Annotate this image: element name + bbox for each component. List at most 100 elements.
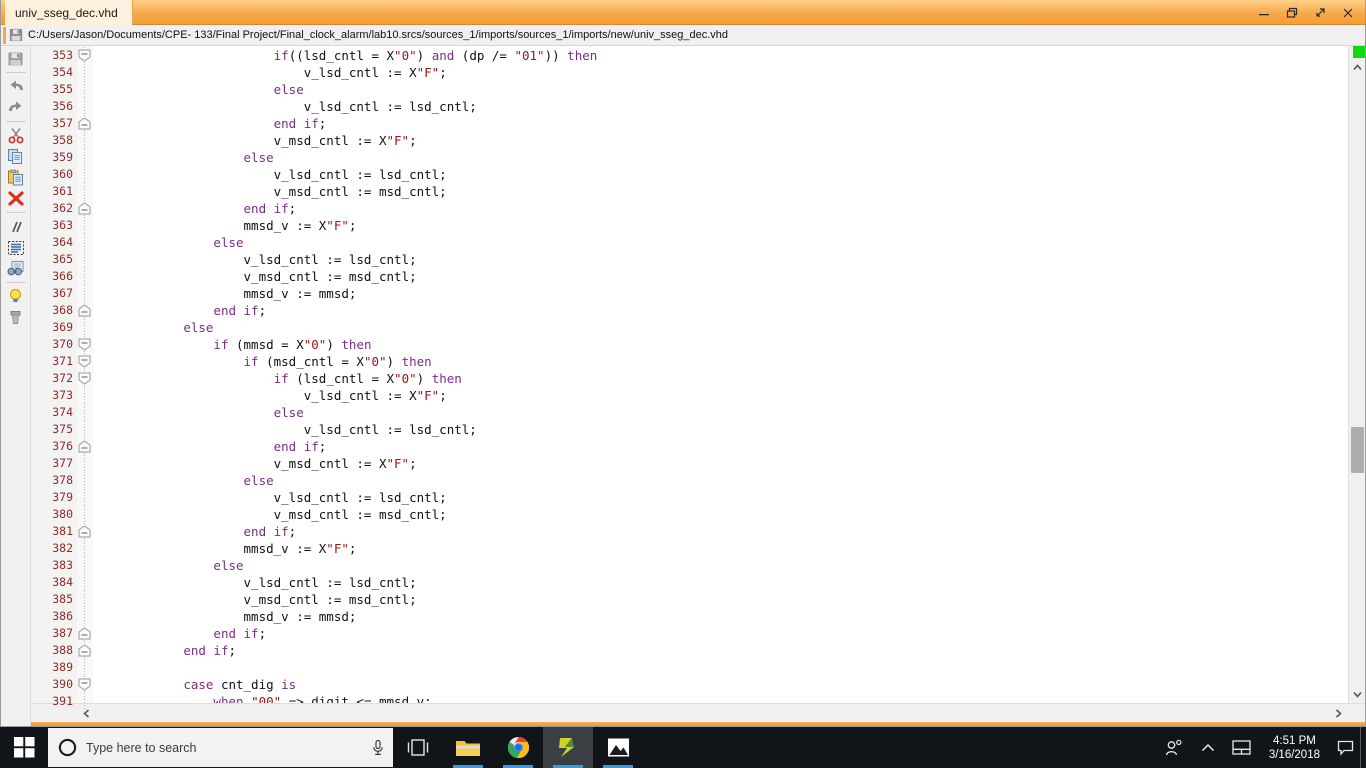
code-line[interactable]: end if; <box>93 642 1348 659</box>
scroll-down-button[interactable] <box>1349 686 1366 703</box>
undo-button[interactable] <box>3 76 29 97</box>
code-line[interactable]: v_msd_cntl := X"F"; <box>93 455 1348 472</box>
copy-button[interactable] <box>3 146 29 167</box>
code-line[interactable]: v_msd_cntl := msd_cntl; <box>93 506 1348 523</box>
restore-button[interactable] <box>1279 2 1305 24</box>
show-hidden-icons-button[interactable] <box>1191 727 1225 768</box>
code-text-area[interactable]: if((lsd_cntl = X"0") and (dp /= "01")) t… <box>93 46 1348 703</box>
chrome-button[interactable] <box>493 727 543 768</box>
code-line[interactable]: else <box>93 319 1348 336</box>
scroll-up-button[interactable] <box>1349 59 1365 76</box>
scroll-right-button[interactable] <box>1329 704 1348 722</box>
code-line[interactable]: else <box>93 472 1348 489</box>
task-view-button[interactable] <box>393 727 443 768</box>
code-line[interactable]: v_lsd_cntl := lsd_cntl; <box>93 489 1348 506</box>
code-line[interactable]: else <box>93 557 1348 574</box>
fold-end-icon[interactable] <box>78 202 91 215</box>
code-line[interactable]: end if; <box>93 200 1348 217</box>
line-number: 388 <box>52 643 73 657</box>
code-line[interactable]: if (msd_cntl = X"0") then <box>93 353 1348 370</box>
code-fold-column[interactable] <box>77 46 93 710</box>
code-line[interactable]: v_lsd_cntl := X"F"; <box>93 387 1348 404</box>
toggle-comment-button[interactable] <box>3 216 29 237</box>
search-input[interactable]: Type here to search <box>86 741 362 755</box>
show-desktop-button[interactable] <box>1360 727 1366 768</box>
fold-end-icon[interactable] <box>78 117 91 130</box>
fold-collapse-icon[interactable] <box>78 372 91 385</box>
close-button[interactable] <box>1335 2 1361 24</box>
minimize-button[interactable] <box>1251 2 1277 24</box>
code-line[interactable] <box>93 659 1348 676</box>
code-line[interactable]: else <box>93 81 1348 98</box>
code-line[interactable]: end if; <box>93 438 1348 455</box>
code-line[interactable]: end if; <box>93 115 1348 132</box>
code-line[interactable]: v_lsd_cntl := lsd_cntl; <box>93 251 1348 268</box>
code-line[interactable]: v_lsd_cntl := lsd_cntl; <box>93 98 1348 115</box>
fold-end-icon[interactable] <box>78 304 91 317</box>
fold-collapse-icon[interactable] <box>78 355 91 368</box>
horizontal-scroll-track[interactable] <box>96 704 1329 722</box>
find-replace-button[interactable] <box>3 258 29 279</box>
start-button[interactable] <box>0 727 48 768</box>
code-line[interactable]: v_msd_cntl := msd_cntl; <box>93 183 1348 200</box>
code-line[interactable]: v_lsd_cntl := lsd_cntl; <box>93 166 1348 183</box>
save-button[interactable] <box>3 48 29 69</box>
fold-collapse-icon[interactable] <box>78 678 91 691</box>
code-line[interactable]: mmsd_v := X"F"; <box>93 540 1348 557</box>
hints-button[interactable] <box>3 286 29 307</box>
code-line[interactable]: else <box>93 234 1348 251</box>
line-number: 378 <box>52 473 73 487</box>
line-number: 356 <box>52 99 73 113</box>
fold-collapse-icon[interactable] <box>78 338 91 351</box>
fold-end-icon[interactable] <box>78 525 91 538</box>
fold-end-icon[interactable] <box>78 440 91 453</box>
taskbar-search-box[interactable]: Type here to search <box>48 728 393 767</box>
code-token: => digit <= mmsd_v; <box>281 694 432 703</box>
microphone-icon[interactable] <box>371 739 385 756</box>
code-line[interactable]: v_msd_cntl := X"F"; <box>93 132 1348 149</box>
code-line[interactable]: v_msd_cntl := msd_cntl; <box>93 268 1348 285</box>
fold-collapse-icon[interactable] <box>78 49 91 62</box>
delete-button[interactable] <box>3 188 29 209</box>
code-line[interactable]: v_msd_cntl := msd_cntl; <box>93 591 1348 608</box>
code-line[interactable]: v_lsd_cntl := lsd_cntl; <box>93 574 1348 591</box>
code-line[interactable]: end if; <box>93 302 1348 319</box>
fold-end-icon[interactable] <box>78 627 91 640</box>
code-line[interactable]: case cnt_dig is <box>93 676 1348 693</box>
fold-marker-slot <box>77 353 93 370</box>
code-line[interactable]: else <box>93 404 1348 421</box>
code-line[interactable]: end if; <box>93 523 1348 540</box>
code-line[interactable]: mmsd_v := X"F"; <box>93 217 1348 234</box>
editor-tab-univ-sseg-dec[interactable]: univ_sseg_dec.vhd <box>5 0 133 25</box>
cut-button[interactable] <box>3 125 29 146</box>
code-line[interactable]: v_lsd_cntl := X"F"; <box>93 64 1348 81</box>
clock[interactable]: 4:51 PM 3/16/2018 <box>1259 727 1330 768</box>
code-line[interactable]: when "00" => digit <= mmsd_v; <box>93 693 1348 703</box>
fold-end-icon[interactable] <box>78 644 91 657</box>
maximize-button[interactable] <box>1307 2 1333 24</box>
code-line[interactable]: if (lsd_cntl = X"0") then <box>93 370 1348 387</box>
action-center-button[interactable] <box>1330 727 1360 768</box>
save-file-icon[interactable] <box>9 28 23 42</box>
vivado-button[interactable] <box>543 727 593 768</box>
redo-button[interactable] <box>3 97 29 118</box>
editor-options-button[interactable] <box>3 307 29 328</box>
code-line[interactable]: end if; <box>93 625 1348 642</box>
vertical-scroll-thumb[interactable] <box>1351 427 1364 474</box>
vertical-scrollbar[interactable] <box>1348 46 1365 703</box>
code-line[interactable]: mmsd_v := mmsd; <box>93 285 1348 302</box>
code-line[interactable]: mmsd_v := mmsd; <box>93 608 1348 625</box>
code-line[interactable]: if (mmsd = X"0") then <box>93 336 1348 353</box>
select-all-button[interactable] <box>3 237 29 258</box>
fold-marker-slot <box>77 149 93 166</box>
line-number: 376 <box>52 439 73 453</box>
code-line[interactable]: if((lsd_cntl = X"0") and (dp /= "01")) t… <box>93 47 1348 64</box>
file-explorer-button[interactable] <box>443 727 493 768</box>
photos-button[interactable] <box>593 727 643 768</box>
code-line[interactable]: else <box>93 149 1348 166</box>
touchpad-button[interactable] <box>1225 727 1259 768</box>
people-button[interactable] <box>1157 727 1191 768</box>
code-line[interactable]: v_lsd_cntl := lsd_cntl; <box>93 421 1348 438</box>
paste-button[interactable] <box>3 167 29 188</box>
